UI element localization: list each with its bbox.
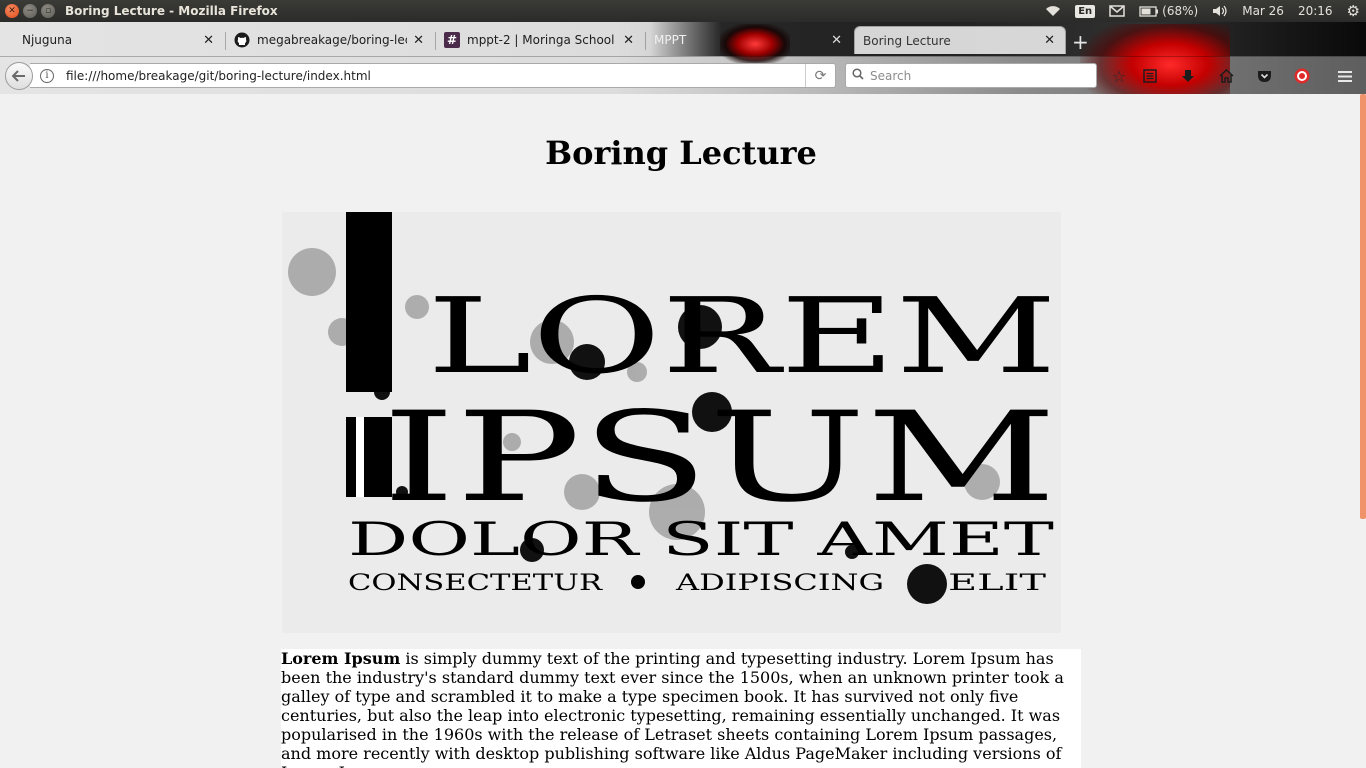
poster-line-2: IPSUM bbox=[382, 386, 1057, 530]
poster-line-1: LOREM bbox=[427, 275, 1057, 397]
poster-line-4b: ADIPISCING bbox=[675, 571, 884, 596]
wifi-icon[interactable] bbox=[1045, 5, 1061, 17]
panel-indicators: En (68%) Mar 26 20:16 ⚙ bbox=[1045, 0, 1366, 22]
keyboard-layout-indicator[interactable]: En bbox=[1075, 4, 1096, 18]
poster-line-3: DOLOR SIT AMET bbox=[348, 512, 1055, 566]
search-placeholder: Search bbox=[870, 68, 912, 83]
tab-njuguna[interactable]: Njuguna ✕ bbox=[14, 26, 224, 54]
mail-icon[interactable] bbox=[1109, 5, 1125, 17]
scrollbar-thumb[interactable] bbox=[1360, 94, 1366, 519]
top-panel: ✕ − ▫ Boring Lecture - Mozilla Firefox E… bbox=[0, 0, 1366, 22]
info-icon[interactable]: i bbox=[40, 68, 54, 83]
back-arrow-icon bbox=[12, 70, 25, 82]
battery-percent: (68%) bbox=[1162, 4, 1199, 18]
tab-strip: Njuguna ✕ megabreakage/boring-lec… ✕ # m… bbox=[0, 24, 1366, 56]
page-title: Boring Lecture bbox=[545, 134, 817, 172]
browser-chrome: Njuguna ✕ megabreakage/boring-lec… ✕ # m… bbox=[0, 22, 1366, 94]
tab-close-icon[interactable]: ✕ bbox=[203, 33, 214, 48]
hero-image: LOREM IPSUM DOLOR SIT AMET CONSECTETUR A… bbox=[282, 212, 1061, 633]
tab-github[interactable]: megabreakage/boring-lec… ✕ bbox=[226, 26, 434, 54]
reload-button[interactable]: ⟳ bbox=[805, 64, 835, 87]
lorem-ipsum-poster: LOREM IPSUM DOLOR SIT AMET CONSECTETUR A… bbox=[282, 212, 1061, 633]
tab-label: mppt-2 | Moringa School S… bbox=[467, 33, 617, 47]
bookmark-star-icon[interactable]: ☆ bbox=[1107, 65, 1131, 87]
url-text[interactable]: file:///home/breakage/git/boring-lecture… bbox=[66, 69, 371, 83]
article-paragraph: Lorem Ipsum is simply dummy text of the … bbox=[281, 649, 1081, 768]
reading-list-icon[interactable] bbox=[1138, 65, 1162, 87]
download-icon[interactable] bbox=[1176, 65, 1200, 87]
poster-line-4a: CONSECTETUR bbox=[348, 571, 604, 596]
tab-mppt-2[interactable]: # mppt-2 | Moringa School S… ✕ bbox=[436, 26, 644, 54]
tab-label: Boring Lecture bbox=[863, 33, 951, 48]
tab-label: Njuguna bbox=[22, 33, 73, 47]
poster-bullet bbox=[631, 575, 645, 589]
home-icon[interactable] bbox=[1214, 65, 1238, 87]
tab-close-icon[interactable]: ✕ bbox=[623, 33, 634, 48]
tab-mppt[interactable]: MPPT ✕ bbox=[646, 26, 852, 54]
tab-label: MPPT bbox=[654, 33, 687, 47]
tab-close-icon[interactable]: ✕ bbox=[413, 33, 424, 48]
date-label[interactable]: Mar 26 bbox=[1242, 4, 1284, 18]
url-bar[interactable]: i file:///home/breakage/git/boring-lectu… bbox=[30, 63, 836, 88]
pocket-icon[interactable] bbox=[1252, 65, 1276, 87]
window-minimize-button[interactable]: − bbox=[23, 4, 37, 18]
tab-label: megabreakage/boring-lec… bbox=[257, 33, 408, 47]
tab-close-icon[interactable]: ✕ bbox=[831, 33, 842, 48]
article-lead: Lorem Ipsum bbox=[281, 649, 401, 668]
search-icon bbox=[852, 67, 864, 84]
page-content: Boring Lecture LOREM IPSUM DOLOR SIT AME… bbox=[0, 94, 1359, 768]
battery-indicator[interactable]: (68%) bbox=[1139, 4, 1198, 18]
back-button[interactable] bbox=[5, 62, 33, 90]
window-title: Boring Lecture - Mozilla Firefox bbox=[65, 4, 278, 18]
github-icon bbox=[234, 32, 250, 48]
tab-boring-lecture[interactable]: Boring Lecture ✕ bbox=[854, 26, 1066, 54]
volume-icon[interactable] bbox=[1212, 5, 1228, 17]
poster-line-4c: ELIT bbox=[948, 571, 1047, 596]
search-bar[interactable]: Search bbox=[845, 63, 1097, 88]
navigation-toolbar: i file:///home/breakage/git/boring-lectu… bbox=[0, 56, 1366, 94]
window-maximize-button[interactable]: ▫ bbox=[41, 4, 55, 18]
clock-label[interactable]: 20:16 bbox=[1298, 4, 1333, 18]
hash-icon: # bbox=[444, 32, 460, 48]
gear-icon[interactable]: ⚙ bbox=[1347, 2, 1360, 20]
menu-icon[interactable] bbox=[1333, 65, 1357, 87]
battery-icon bbox=[1139, 5, 1159, 17]
window-close-button[interactable]: ✕ bbox=[5, 4, 19, 18]
new-tab-button[interactable]: + bbox=[1072, 30, 1089, 54]
tab-close-icon[interactable]: ✕ bbox=[1044, 33, 1055, 48]
addon-icon[interactable] bbox=[1290, 65, 1314, 87]
